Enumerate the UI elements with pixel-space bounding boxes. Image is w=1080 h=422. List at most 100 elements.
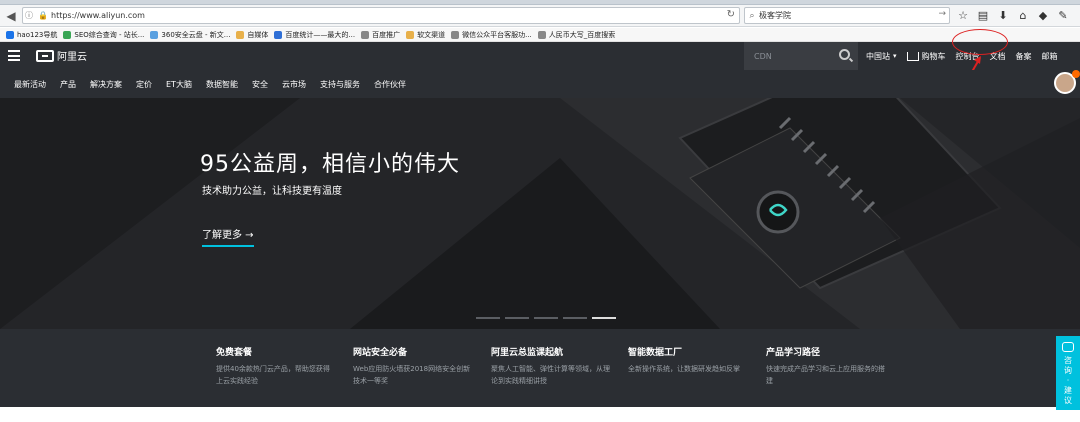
bookmark-item[interactable]: 百度统计——最大的... (274, 30, 355, 40)
nav-item[interactable]: 产品 (60, 79, 76, 90)
aliyun-logo-icon (36, 49, 54, 62)
pocket-icon[interactable]: ◆ (1036, 9, 1050, 23)
bookmark-icon (6, 30, 14, 39)
bookmark-icon (150, 30, 159, 39)
bookmark-icon (63, 30, 72, 39)
feature-card[interactable]: 智能数据工厂 全新操作系统，让数据研发趋如反掌 (628, 345, 748, 375)
bookmark-label: 软文渠道 (417, 30, 446, 39)
feature-card[interactable]: 网站安全必备 Web应用防火墙获2018网络安全创新技术一等奖 (353, 345, 473, 387)
bookmark-icon (537, 30, 546, 39)
hero-banner: 95公益周，相信小的伟大 技术助力公益，让科技更有温度 了解更多 → (0, 98, 1080, 329)
category-nav: 最新活动 产品 解决方案 定价 ET大脑 数据智能 安全 云市场 支持与服务 合作伙伴 (0, 70, 1080, 98)
hero-title: 95公益周，相信小的伟大 (200, 152, 460, 177)
home-icon[interactable]: ⌂ (1016, 9, 1030, 23)
cart-icon (906, 51, 919, 61)
cart-label: 购物车 (921, 51, 946, 61)
nav-item[interactable]: 定价 (136, 79, 152, 90)
hero-subtitle: 技术助力公益，让科技更有温度 (202, 186, 342, 197)
chevron-down-icon: ▾ (893, 52, 897, 60)
lock-icon: 🔒 (38, 11, 48, 20)
search-icon[interactable] (839, 49, 850, 60)
nav-item[interactable]: 解决方案 (90, 79, 122, 90)
carousel-dots (476, 317, 616, 319)
search-go-icon[interactable]: → (938, 9, 946, 19)
bookmark-icon (451, 30, 460, 39)
feedback-tab[interactable]: 咨询·建议 (1056, 336, 1080, 410)
nav-item[interactable]: 支持与服务 (320, 79, 360, 90)
feature-card[interactable]: 阿里云总监课起航 聚焦人工智能、弹性计算等领域，从理论到实践精细讲授 (491, 345, 611, 387)
address-bar[interactable]: ⓘ 🔒 https://www.aliyun.com ↻ (22, 7, 740, 24)
bookmark-icon (361, 30, 370, 39)
carousel-dot[interactable] (534, 317, 558, 319)
bookmark-label: hao123导航 (17, 30, 58, 39)
bookmark-item[interactable]: 微信公众平台客服功... (451, 30, 532, 40)
feature-title: 免费套餐 (216, 348, 253, 358)
region-label: 中国站 (866, 51, 890, 61)
star-icon[interactable]: ☆ (956, 9, 970, 23)
feature-title: 网站安全必备 (353, 348, 408, 358)
carousel-dot[interactable] (563, 317, 587, 319)
browser-search-value: 极客学院 (759, 11, 791, 20)
search-icon: ⌕ (749, 10, 755, 21)
nav-item[interactable]: ET大脑 (166, 79, 192, 90)
feature-description: Web应用防火墙获2018网络安全创新技术一等奖 (353, 365, 471, 385)
learn-more-link[interactable]: 了解更多 → (202, 226, 254, 247)
bookmark-icon (236, 30, 245, 39)
bookmark-item[interactable]: SEO综合查询 - 站长... (63, 30, 144, 40)
nav-item[interactable]: 数据智能 (206, 79, 238, 90)
feedback-label: 咨询·建议 (1064, 356, 1072, 405)
bookmark-label: 360安全云盘 - 新文... (161, 30, 231, 39)
annotation-circle (952, 29, 1008, 55)
bookmark-item[interactable]: hao123导航 (6, 30, 57, 40)
feature-description: 快速完成产品学习和云上应用服务的搭建 (766, 365, 885, 385)
site-search-placeholder: CDN (754, 51, 772, 61)
carousel-dot[interactable] (476, 317, 500, 319)
bookmark-label: 微信公众平台客服功... (462, 30, 532, 39)
mail-link[interactable]: 邮箱 (1042, 51, 1058, 62)
nav-item[interactable]: 最新活动 (14, 79, 46, 90)
back-arrow-icon[interactable]: ◀ (0, 6, 22, 26)
browser-nav-bar: ◀ ⓘ 🔒 https://www.aliyun.com ↻ ⌕ 极客学院 → … (0, 5, 1080, 27)
bookmarks-bar: hao123导航 SEO综合查询 - 站长... 360安全云盘 - 新文... 自媒… (0, 28, 1080, 42)
logo-text: 阿里云 (57, 52, 87, 63)
bookmark-item[interactable]: 软文渠道 (406, 30, 445, 40)
browser-toolbar: ☆ ▤ ⬇ ⌂ ◆ ✎ (956, 9, 1070, 23)
nav-item[interactable]: 云市场 (282, 79, 306, 90)
cart-link[interactable]: 购物车 (906, 51, 946, 62)
bookmark-label: 人民币大写_百度搜索 (548, 30, 616, 39)
bookmark-item[interactable]: 百度推广 (361, 30, 400, 40)
bookmark-label: SEO综合查询 - 站长... (74, 30, 145, 39)
reading-list-icon[interactable]: ▤ (976, 9, 990, 23)
filing-link[interactable]: 备案 (1016, 51, 1032, 62)
browser-search-box[interactable]: ⌕ 极客学院 → (744, 7, 950, 24)
url-text: https://www.aliyun.com (51, 11, 145, 20)
download-icon[interactable]: ⬇ (996, 9, 1010, 23)
feature-card[interactable]: 免费套餐提供40余款热门云产品，帮助您获得上云实践经验 (216, 345, 336, 387)
bookmark-item[interactable]: 360安全云盘 - 新文... (150, 30, 230, 40)
bookmark-label: 自媒体 (247, 30, 269, 39)
feature-title: 产品学习路径 (766, 348, 821, 358)
bookmark-label: 百度统计——最大的... (285, 30, 356, 39)
reload-icon[interactable]: ↻ (727, 9, 735, 20)
bookmark-item[interactable]: 人民币大写_百度搜索 (537, 30, 616, 40)
bookmark-label: 百度推广 (372, 30, 401, 39)
bookmark-icon (406, 30, 415, 39)
feature-title: 智能数据工厂 (628, 348, 683, 358)
region-selector[interactable]: 中国站 ▾ (866, 51, 897, 62)
feature-description: 提供40余款热门云产品，帮助您获得上云实践经验 (216, 365, 330, 385)
carousel-dot[interactable] (592, 317, 616, 319)
info-icon: ⓘ (25, 11, 33, 20)
notification-badge (1072, 70, 1080, 78)
extension-icon[interactable]: ✎ (1056, 9, 1070, 23)
feature-card[interactable]: 产品学习路径快速完成产品学习和云上应用服务的搭建 (766, 345, 886, 387)
aliyun-logo[interactable]: 阿里云 (36, 48, 87, 63)
hamburger-menu-icon[interactable] (8, 50, 20, 61)
site-search-input[interactable]: CDN (744, 42, 858, 70)
nav-item[interactable]: 合作伙伴 (374, 79, 406, 90)
hero-artwork (0, 98, 1080, 329)
bookmark-item[interactable]: 自媒体 (236, 30, 268, 40)
nav-item[interactable]: 安全 (252, 79, 268, 90)
carousel-dot[interactable] (505, 317, 529, 319)
feature-description: 聚焦人工智能、弹性计算等领域，从理论到实践精细讲授 (491, 365, 610, 385)
bookmark-icon (274, 30, 283, 39)
